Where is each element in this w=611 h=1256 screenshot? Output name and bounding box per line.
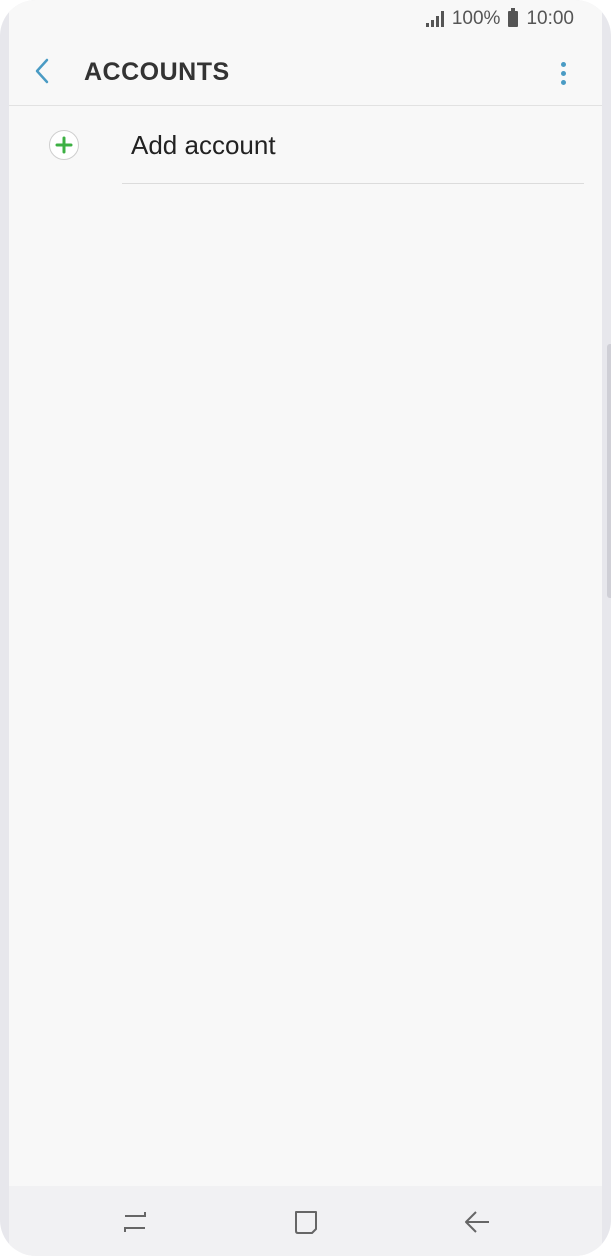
device-frame: 100% 10:00 ACCOUNTS Add account xyxy=(0,0,611,1256)
back-button[interactable] xyxy=(25,54,59,88)
more-options-button[interactable] xyxy=(548,56,578,90)
home-button[interactable] xyxy=(288,1204,324,1240)
clock: 10:00 xyxy=(526,8,574,29)
navigation-bar xyxy=(9,1186,602,1256)
home-icon xyxy=(295,1211,317,1234)
plus-circle-icon xyxy=(49,130,79,160)
add-account-item[interactable]: Add account xyxy=(9,106,602,184)
nav-back-button[interactable] xyxy=(459,1204,495,1240)
more-vertical-icon xyxy=(560,61,566,67)
signal-icon xyxy=(425,11,444,27)
app-bar: ACCOUNTS xyxy=(9,38,602,106)
battery-percentage: 100% xyxy=(451,8,501,29)
status-bar: 100% 10:00 xyxy=(9,0,602,38)
battery-icon xyxy=(508,8,519,27)
side-edge xyxy=(607,344,611,598)
page-title: ACCOUNTS xyxy=(84,58,230,86)
recent-apps-icon xyxy=(124,1212,146,1232)
divider xyxy=(122,183,584,184)
screen: 100% 10:00 ACCOUNTS Add account xyxy=(9,0,602,1256)
add-account-label: Add account xyxy=(131,130,276,160)
recent-apps-button[interactable] xyxy=(117,1204,153,1240)
back-arrow-icon xyxy=(465,1211,489,1233)
chevron-left-icon xyxy=(35,58,49,84)
